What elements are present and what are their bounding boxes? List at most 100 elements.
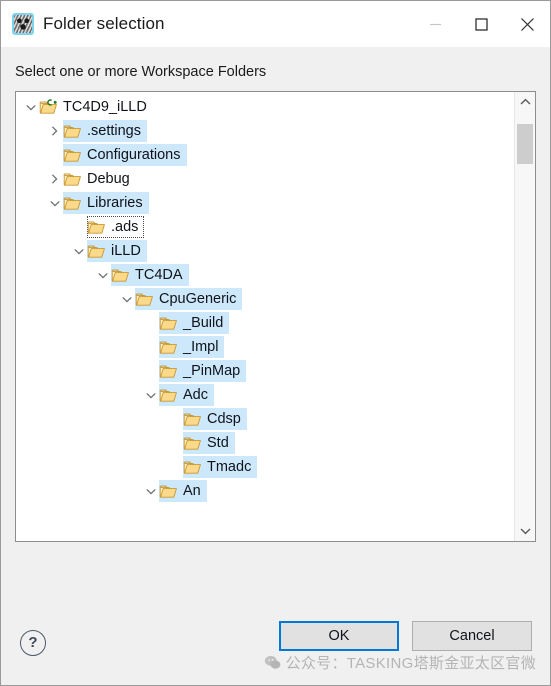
folder-icon [87,243,106,259]
folder-icon [183,459,202,475]
folder-icon [159,483,178,499]
scrollbar-thumb[interactable] [517,124,533,164]
window-controls [412,1,550,47]
tree-row[interactable]: _Impl [16,335,514,359]
chevron-right-icon[interactable] [46,174,63,184]
tree-item[interactable]: An [159,480,207,502]
tree-row[interactable]: .settings [16,119,514,143]
tree-row[interactable]: Tmadc [16,455,514,479]
tree-item-label: _Build [183,315,224,331]
tree-row[interactable]: TC4DA [16,263,514,287]
tree-row[interactable]: Std [16,431,514,455]
maximize-icon[interactable] [458,1,504,47]
dialog-button-group: OK Cancel [279,620,532,651]
tree-row[interactable]: Libraries [16,191,514,215]
tree-row[interactable]: Adc [16,383,514,407]
chevron-down-icon[interactable] [94,272,111,279]
tree-item-label: Cdsp [207,411,241,427]
tree-item-label: _PinMap [183,363,241,379]
wechat-icon [264,655,280,669]
tree-item-label: TC4D9_iLLD [63,99,147,115]
chevron-down-icon[interactable] [142,392,159,399]
folder-icon [159,315,178,331]
tree-item-label: .ads [111,219,139,235]
chevron-right-icon[interactable] [46,126,63,136]
watermark: 公众号：TASKING塔斯金亚太区官微 [264,652,536,673]
tree-row[interactable]: Configurations [16,143,514,167]
tree-item-label: Debug [87,171,130,187]
minimize-icon[interactable] [412,1,458,47]
tree-item[interactable]: Libraries [63,192,149,214]
tree-item[interactable]: Debug [63,168,136,190]
tree-item[interactable]: _Build [159,312,230,334]
folder-icon [159,363,178,379]
window-title: Folder selection [43,14,165,33]
chevron-down-icon[interactable] [22,104,39,111]
chevron-up-icon[interactable] [515,92,535,112]
tree-vertical-scrollbar[interactable] [514,92,535,541]
project-folder-icon [39,99,58,115]
tree-item[interactable]: TC4DA [111,264,189,286]
folder-icon [63,195,82,211]
tree-item[interactable]: Std [183,432,235,454]
folder-icon [63,147,82,163]
folder-icon [183,435,202,451]
prompt-label: Select one or more Workspace Folders [15,64,267,80]
tree-row[interactable]: Debug [16,167,514,191]
ok-button[interactable]: OK [279,620,399,651]
folder-icon [183,411,202,427]
tree-item[interactable]: .settings [63,120,147,142]
tree-item[interactable]: _PinMap [159,360,247,382]
tree-row[interactable]: An [16,479,514,503]
tree-item-label: CpuGeneric [159,291,237,307]
folder-tree[interactable]: TC4D9_iLLD .settings Configurations Debug Li… [16,92,514,541]
tree-row[interactable]: iLLD [16,239,514,263]
tree-item[interactable]: _Impl [159,336,225,358]
folder-icon [63,171,82,187]
chevron-down-icon[interactable] [70,248,87,255]
tree-item-label: Configurations [87,147,181,163]
tree-row[interactable]: TC4D9_iLLD [16,95,514,119]
folder-tree-panel: TC4D9_iLLD .settings Configurations Debug Li… [15,91,536,542]
folder-icon [159,339,178,355]
folder-selection-dialog: Folder selection Select one or more Work… [0,0,551,686]
tree-item[interactable]: CpuGeneric [135,288,243,310]
chevron-down-icon[interactable] [142,488,159,495]
folder-icon [87,219,106,235]
tree-row[interactable]: .ads [16,215,514,239]
tree-row[interactable]: Cdsp [16,407,514,431]
cancel-button[interactable]: Cancel [412,620,532,651]
folder-icon [135,291,154,307]
tree-item-label: Std [207,435,229,451]
tree-item-label: Adc [183,387,208,403]
dialog-content: Select one or more Workspace Folders TC4… [1,47,550,601]
watermark-text: 公众号：TASKING塔斯金亚太区官微 [285,655,536,672]
chevron-down-icon[interactable] [46,200,63,207]
tasking-logo-icon [12,13,34,35]
folder-icon [111,267,130,283]
chevron-down-icon[interactable] [515,521,535,541]
tree-item[interactable]: Adc [159,384,214,406]
title-bar: Folder selection [1,1,550,47]
tree-item-label: iLLD [111,243,141,259]
tree-item[interactable]: TC4D9_iLLD [39,96,153,118]
tree-item[interactable]: .ads [87,216,145,238]
tree-row[interactable]: _PinMap [16,359,514,383]
tree-item-label: Libraries [87,195,143,211]
close-icon[interactable] [504,1,550,47]
chevron-down-icon[interactable] [118,296,135,303]
tree-item-label: TC4DA [135,267,183,283]
tree-row[interactable]: _Build [16,311,514,335]
tree-row[interactable]: CpuGeneric [16,287,514,311]
tree-item[interactable]: Configurations [63,144,187,166]
tree-item-label: Tmadc [207,459,252,475]
tree-item-label: _Impl [183,339,219,355]
help-button[interactable]: ? [20,629,46,656]
tree-item-label: An [183,483,201,499]
tree-item[interactable]: Cdsp [183,408,247,430]
tree-item-label: .settings [87,123,141,139]
tree-item[interactable]: Tmadc [183,456,258,478]
folder-icon [159,387,178,403]
tree-item[interactable]: iLLD [87,240,147,262]
folder-icon [63,123,82,139]
